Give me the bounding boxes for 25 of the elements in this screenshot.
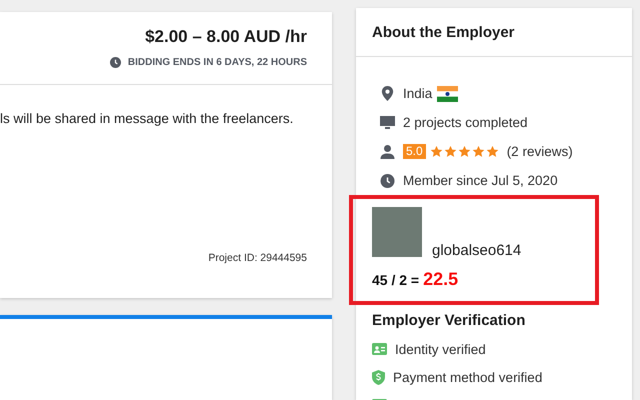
username: globalseo614 xyxy=(432,243,522,259)
rating-badge: 5.0 xyxy=(403,144,426,159)
formula-text: 45 / 2 = xyxy=(372,272,420,288)
person-icon xyxy=(380,144,395,158)
employer-title: About the Employer xyxy=(356,8,632,57)
monitor-icon xyxy=(380,116,395,129)
detail-text: Member since Jul 5, 2020 xyxy=(403,173,558,188)
photo-placeholder xyxy=(372,207,422,257)
project-id: Project ID: 29444595 xyxy=(208,252,307,264)
id-card-icon xyxy=(372,343,387,355)
verification-text: Identity verified xyxy=(395,342,486,356)
detail-text: India xyxy=(403,86,432,101)
detail-text: 2 projects completed xyxy=(403,115,528,130)
clock-icon xyxy=(380,174,395,188)
price-range: $2.00 – 8.00 AUD /hr xyxy=(145,27,307,47)
india-flag-icon xyxy=(437,86,458,102)
formula-result: 22.5 xyxy=(423,269,458,290)
detail-text: (2 reviews) xyxy=(506,144,573,159)
clock-icon xyxy=(110,57,121,68)
verification-text: Payment method verified xyxy=(393,370,542,384)
shield-dollar-icon xyxy=(372,370,385,384)
project-description: ls will be shared in message with the freelancers. xyxy=(0,111,294,126)
bidding-deadline: BIDDING ENDS IN 6 DAYS, 22 HOURS xyxy=(128,57,307,68)
verification-title: Employer Verification xyxy=(372,312,526,329)
location-pin-icon xyxy=(380,86,395,101)
